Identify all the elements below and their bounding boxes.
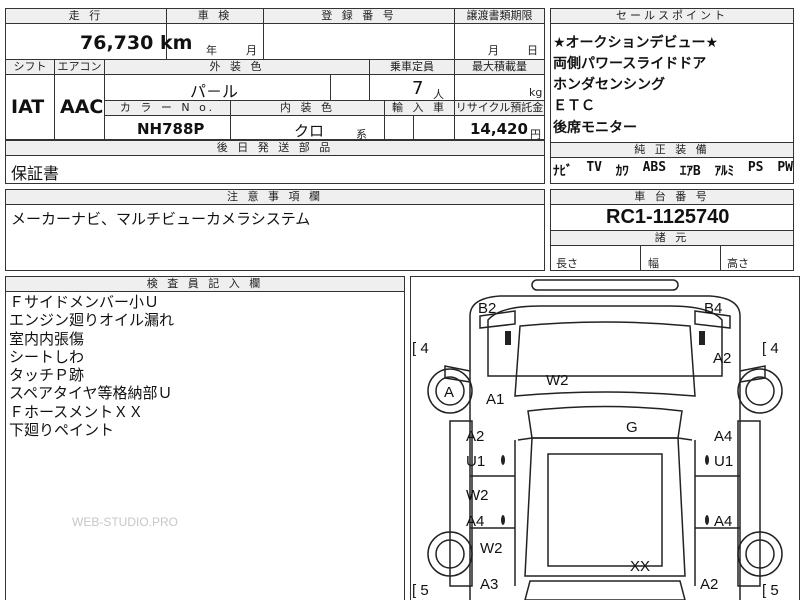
recycle-value: 14,420 xyxy=(470,120,528,138)
equip-alloy: ｱﾙﾐ xyxy=(714,164,735,179)
selling-points-header: セールスポイント xyxy=(551,9,793,24)
damage-code: A4 xyxy=(466,513,485,530)
watermark: WEB-STUDIO.PRO xyxy=(72,515,179,529)
capacity-header: 乗車定員 xyxy=(370,60,454,75)
damage-code: A1 xyxy=(486,391,505,408)
import-header: 輸 入 車 xyxy=(385,101,454,116)
selling-point-2: 両側パワースライドドア xyxy=(553,56,707,72)
recycle-header: リサイクル預託金 xyxy=(455,101,544,116)
selling-point-4: ＥＴＣ xyxy=(553,98,595,114)
damage-code: B2 xyxy=(478,300,497,317)
inspector-note: タッチＰ跡 xyxy=(9,366,85,385)
standard-equipment-header: 純 正 装 備 xyxy=(551,143,793,158)
selling-point-3: ホンダセンシング xyxy=(553,77,665,93)
inspector-note: ＦホースメントＸＸ xyxy=(9,402,144,421)
max-load-header: 最大積載量 xyxy=(455,60,544,75)
mileage-header: 走 行 xyxy=(6,9,166,24)
standard-equipment-list: ﾅﾋﾞ TV ｶﾜ ABS ｴｱB ｱﾙﾐ PS PW xyxy=(553,160,793,179)
aircon-value: AAC xyxy=(60,96,104,118)
exterior-color-header: 外 装 色 xyxy=(105,60,369,75)
damage-code: XX xyxy=(630,558,651,575)
equip-abs: ABS xyxy=(642,160,667,175)
damage-code: A4 xyxy=(714,428,733,445)
damage-code: A3 xyxy=(480,576,499,593)
damage-code: W2 xyxy=(546,372,569,389)
damage-code: U1 xyxy=(466,453,486,470)
later-parts-value: 保証書 xyxy=(11,164,60,183)
inspector-header: 検 査 員 記 入 欄 xyxy=(6,277,404,292)
dimensions-header: 諸 元 xyxy=(551,231,793,246)
inspection-year-unit: 年 xyxy=(206,44,217,57)
capacity-value: 7 xyxy=(412,78,424,99)
color-no-header: カ ラ ー N o. xyxy=(105,101,230,116)
inspector-note: エンジン廻りオイル漏れ xyxy=(9,311,175,330)
interior-color-header: 内 装 色 xyxy=(231,101,384,116)
damage-code: A2 xyxy=(713,350,732,367)
selling-point-1: ★オークションデビュー★ xyxy=(553,35,719,51)
inspector-note: シートしわ xyxy=(9,347,85,366)
damage-code: A2 xyxy=(700,576,719,593)
inspector-note: 室内内張傷 xyxy=(9,329,85,348)
later-parts-header: 後 日 発 送 部 品 xyxy=(6,141,544,156)
max-load-unit: kg xyxy=(529,86,543,99)
registration-header: 登 録 番 号 xyxy=(264,9,454,24)
color-no-value: NH788P xyxy=(137,120,205,138)
notes-header: 注 意 事 項 欄 xyxy=(6,190,544,205)
inspector-notes-list: Ｆサイドメンバー小Ｕ エンジン廻りオイル漏れ 室内内張傷 シートしわ タッチＰ跡… xyxy=(9,293,174,439)
inspection-month-unit: 月 xyxy=(246,44,257,57)
equip-tv: TV xyxy=(586,160,602,175)
transfer-month-unit: 月 xyxy=(488,44,499,57)
chassis-value: RC1-1125740 xyxy=(606,206,730,228)
equip-ps: PS xyxy=(747,160,764,175)
tread-depth-front-right: [ 4 xyxy=(762,340,779,357)
equip-navi: ﾅﾋﾞ xyxy=(553,164,573,179)
aircon-header: エアコン xyxy=(55,60,104,75)
damage-code: W2 xyxy=(466,487,489,504)
interior-color-value: クロ xyxy=(294,122,325,140)
shift-header: シフト xyxy=(6,60,54,75)
tread-depth-rear-right: [ 5 xyxy=(762,582,779,599)
selling-point-5: 後席モニター xyxy=(553,120,637,136)
shift-value: IAT xyxy=(11,96,45,118)
inspector-note: Ｆサイドメンバー小Ｕ xyxy=(9,293,160,311)
equip-airbag: ｴｱB xyxy=(679,164,701,179)
inspector-note: 下廻りペイント xyxy=(9,421,115,440)
height-label: 高さ xyxy=(727,257,749,270)
transfer-day-unit: 日 xyxy=(527,44,538,57)
damage-code: A xyxy=(444,384,455,401)
equip-leather: ｶﾜ xyxy=(615,164,629,179)
notes-text: メーカーナビ、マルチビューカメラシステム xyxy=(11,210,311,228)
transfer-header: 譲渡書類期限 xyxy=(455,9,544,24)
damage-code: B4 xyxy=(704,300,723,317)
inspection-header: 車 検 xyxy=(167,9,263,24)
width-label: 幅 xyxy=(648,257,659,270)
tread-depth-rear-left: [ 5 xyxy=(412,582,429,599)
damage-code: G xyxy=(626,419,638,436)
exterior-color-value: パ－ル xyxy=(190,82,239,101)
length-label: 長さ xyxy=(556,257,578,270)
damage-code: A2 xyxy=(466,428,485,445)
damage-code: W2 xyxy=(480,540,503,557)
inspector-note: スペアタイヤ等格納部Ｕ xyxy=(9,384,173,403)
tread-depth-front-left: [ 4 xyxy=(412,340,429,357)
mileage-value: 76,730 km xyxy=(80,32,193,54)
equip-pw: PW xyxy=(777,160,793,175)
chassis-header: 車 台 番 号 xyxy=(551,190,793,205)
damage-code: A4 xyxy=(714,513,733,530)
damage-code: U1 xyxy=(714,453,734,470)
